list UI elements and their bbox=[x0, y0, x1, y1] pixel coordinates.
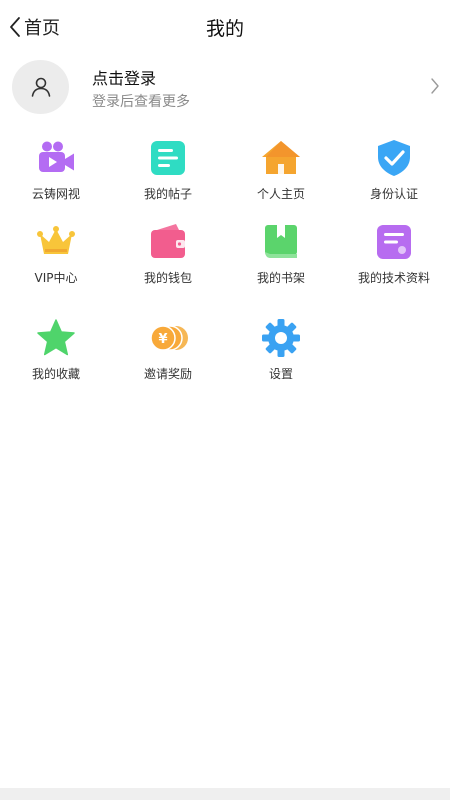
chevron-right-icon[interactable] bbox=[430, 77, 440, 95]
star-icon bbox=[37, 319, 75, 356]
menu-row: 云铸网视 我的帖子 个人主页 身份认证 bbox=[0, 138, 450, 222]
video-camera-icon bbox=[39, 141, 74, 172]
bottom-system-bar bbox=[0, 788, 450, 800]
gear-icon bbox=[262, 319, 300, 357]
user-icon bbox=[31, 77, 50, 97]
menu-item-label: 身份认证 bbox=[369, 187, 418, 201]
avatar[interactable] bbox=[12, 60, 69, 114]
wallet-icon bbox=[151, 224, 185, 258]
menu-item-yunzhu-video[interactable]: 云铸网视 bbox=[0, 138, 112, 202]
crown-icon bbox=[37, 226, 75, 254]
menu-item-my-posts[interactable]: 我的帖子 bbox=[112, 138, 224, 202]
menu-item-label: 云铸网视 bbox=[31, 187, 80, 201]
menu-item-label: VIP中心 bbox=[34, 271, 78, 285]
menu-item-identity-verification[interactable]: 身份认证 bbox=[338, 138, 450, 202]
menu-item-label: 个人主页 bbox=[256, 187, 305, 201]
top-nav-bar: 首页 我的 bbox=[0, 0, 450, 54]
shield-check-icon bbox=[378, 140, 410, 176]
menu-item-label: 我的帖子 bbox=[143, 187, 192, 201]
document-icon bbox=[377, 225, 411, 259]
menu-item-label: 我的书架 bbox=[256, 271, 305, 285]
note-icon bbox=[151, 141, 185, 175]
menu-item-vip-center[interactable]: VIP中心 bbox=[0, 222, 112, 286]
menu-item-my-bookshelf[interactable]: 我的书架 bbox=[225, 222, 337, 286]
menu-item-label: 我的钱包 bbox=[143, 271, 192, 285]
menu-item-label: 我的技术资料 bbox=[357, 271, 430, 285]
menu-item-personal-home[interactable]: 个人主页 bbox=[225, 138, 337, 202]
menu-item-invite-rewards[interactable]: ¥ 邀请奖励 bbox=[112, 318, 224, 382]
menu-item-my-favorites[interactable]: 我的收藏 bbox=[0, 318, 112, 382]
menu-grid: 云铸网视 我的帖子 个人主页 身份认证 VIP中心 我的钱包 我的书架 我的技术… bbox=[0, 138, 450, 402]
login-title[interactable]: 点击登录 bbox=[92, 65, 156, 89]
menu-item-settings[interactable]: 设置 bbox=[225, 318, 337, 382]
menu-row: VIP中心 我的钱包 我的书架 我的技术资料 bbox=[0, 222, 450, 306]
page-title: 我的 bbox=[205, 18, 244, 40]
login-subtitle: 登录后查看更多 bbox=[92, 94, 190, 110]
menu-item-label: 设置 bbox=[268, 367, 293, 381]
menu-item-label: 邀请奖励 bbox=[143, 367, 192, 381]
menu-item-my-tech-docs[interactable]: 我的技术资料 bbox=[338, 222, 450, 286]
login-row[interactable]: 点击登录 登录后查看更多 bbox=[0, 58, 450, 116]
book-icon bbox=[265, 225, 297, 258]
menu-row: 我的收藏 ¥ 邀请奖励 设置 bbox=[0, 306, 450, 402]
svg-text:¥: ¥ bbox=[158, 332, 167, 347]
menu-item-my-wallet[interactable]: 我的钱包 bbox=[112, 222, 224, 286]
coins-icon: ¥ bbox=[150, 325, 188, 351]
menu-item-label: 我的收藏 bbox=[31, 367, 80, 381]
home-icon bbox=[262, 141, 300, 174]
